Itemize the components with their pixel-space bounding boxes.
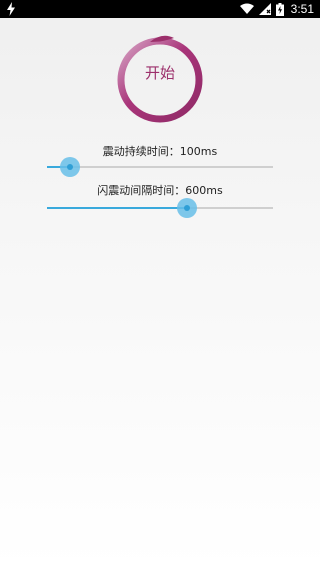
bolt-icon — [7, 2, 15, 16]
slider-track — [47, 166, 273, 168]
slider-thumb[interactable] — [184, 205, 190, 211]
slider-fill — [47, 207, 187, 209]
flash-interval-slider[interactable] — [47, 196, 273, 220]
wifi-icon — [239, 3, 254, 14]
slider-thumb[interactable] — [67, 164, 73, 170]
start-label: 开始 — [144, 64, 175, 82]
status-bar: 3:51 — [0, 0, 320, 18]
signal-icon — [258, 3, 271, 15]
status-time: 3:51 — [290, 2, 314, 16]
start-button[interactable]: 开始 — [110, 28, 210, 128]
battery-charging-icon — [275, 2, 284, 16]
vibration-duration-slider[interactable] — [47, 155, 273, 179]
